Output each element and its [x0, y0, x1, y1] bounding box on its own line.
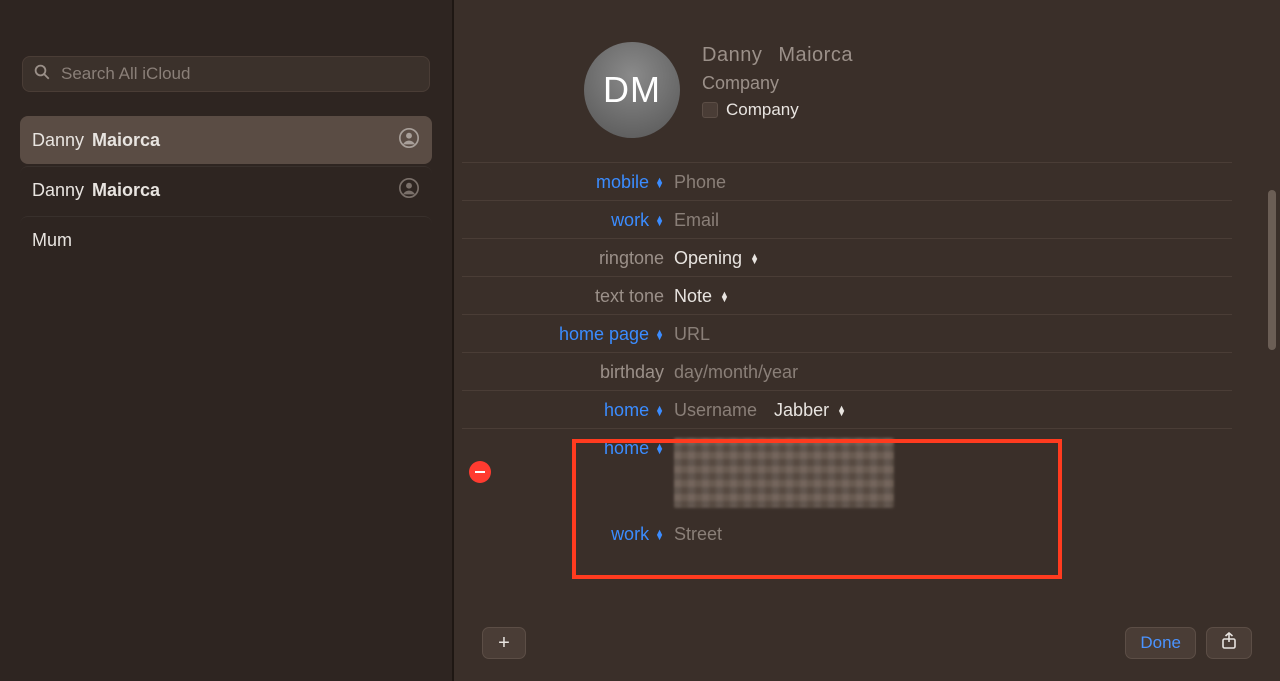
sidebar: Danny Maiorca Danny Maiorca — [0, 0, 454, 681]
address-work-label[interactable]: work ▲▼ — [498, 522, 674, 545]
chevron-updown-icon[interactable]: ▲▼ — [837, 406, 846, 416]
contact-last-name: Maiorca — [92, 130, 160, 151]
search-input[interactable] — [59, 63, 419, 85]
header-fields: Danny Maiorca Company Company — [702, 42, 853, 138]
homepage-value[interactable]: URL — [674, 322, 1232, 345]
avatar-initials: DM — [603, 69, 661, 111]
email-value[interactable]: Email — [674, 208, 1232, 231]
footer: + Done — [454, 617, 1280, 681]
im-value[interactable]: Username Jabber ▲▼ — [674, 398, 1232, 421]
contact-row[interactable]: Danny Maiorca — [20, 166, 432, 214]
last-name-field[interactable]: Maiorca — [778, 44, 853, 67]
company-checkbox-label: Company — [726, 100, 799, 120]
chevron-updown-icon[interactable]: ▲▼ — [655, 216, 664, 226]
search-field[interactable] — [22, 56, 430, 92]
contact-last-name: Maiorca — [92, 180, 160, 201]
company-checkbox[interactable] — [702, 102, 718, 118]
field-email[interactable]: work ▲▼ Email — [462, 200, 1232, 238]
field-homepage[interactable]: home page ▲▼ URL — [462, 314, 1232, 352]
contact-silhouette-icon — [398, 127, 420, 154]
field-phone[interactable]: mobile ▲▼ Phone — [462, 162, 1232, 200]
company-checkbox-row[interactable]: Company — [702, 100, 853, 120]
card-header: DM Danny Maiorca Company Company — [454, 0, 1280, 162]
chevron-updown-icon[interactable]: ▲▼ — [655, 178, 664, 188]
address-home-label[interactable]: home ▲▼ — [498, 436, 674, 459]
im-label[interactable]: home ▲▼ — [498, 398, 674, 421]
search-icon — [33, 63, 51, 86]
done-button[interactable]: Done — [1125, 627, 1196, 659]
chevron-updown-icon[interactable]: ▲▼ — [720, 292, 729, 302]
avatar[interactable]: DM — [584, 42, 680, 138]
field-texttone[interactable]: text tone Note ▲▼ — [462, 276, 1232, 314]
contact-row[interactable]: Danny Maiorca — [20, 116, 432, 164]
phone-label[interactable]: mobile ▲▼ — [498, 170, 674, 193]
contact-list: Danny Maiorca Danny Maiorca — [0, 110, 452, 264]
contact-silhouette-icon — [398, 177, 420, 204]
contact-detail: DM Danny Maiorca Company Company mobile — [454, 0, 1280, 681]
redacted-address — [674, 438, 894, 508]
ringtone-value[interactable]: Opening ▲▼ — [674, 246, 1232, 269]
add-button[interactable]: + — [482, 627, 526, 659]
field-address-work[interactable]: work ▲▼ Street — [462, 515, 1232, 553]
contact-first-name: Mum — [32, 230, 72, 251]
chevron-updown-icon[interactable]: ▲▼ — [655, 530, 664, 540]
share-icon — [1221, 632, 1237, 655]
first-name-field[interactable]: Danny — [702, 44, 762, 67]
plus-icon: + — [498, 632, 510, 655]
birthday-label: birthday — [498, 360, 674, 383]
chevron-updown-icon[interactable]: ▲▼ — [655, 406, 664, 416]
phone-value[interactable]: Phone — [674, 170, 1232, 193]
homepage-label[interactable]: home page ▲▼ — [498, 322, 674, 345]
chevron-updown-icon[interactable]: ▲▼ — [655, 444, 664, 454]
birthday-value[interactable]: day/month/year — [674, 360, 1232, 383]
field-birthday[interactable]: birthday day/month/year — [462, 352, 1232, 390]
address-home-value[interactable] — [674, 436, 1232, 508]
remove-button[interactable] — [469, 461, 491, 483]
field-address-home[interactable]: home ▲▼ — [462, 428, 1232, 515]
share-button[interactable] — [1206, 627, 1252, 659]
company-field[interactable]: Company — [702, 73, 853, 94]
app-root: Danny Maiorca Danny Maiorca — [0, 0, 1280, 681]
contact-row[interactable]: Mum — [20, 216, 432, 264]
field-ringtone[interactable]: ringtone Opening ▲▼ — [462, 238, 1232, 276]
email-label[interactable]: work ▲▼ — [498, 208, 674, 231]
chevron-updown-icon[interactable]: ▲▼ — [750, 254, 759, 264]
contact-first-name: Danny — [32, 130, 84, 151]
address-work-value[interactable]: Street — [674, 522, 1232, 545]
field-im[interactable]: home ▲▼ Username Jabber ▲▼ — [462, 390, 1232, 428]
texttone-label: text tone — [498, 284, 674, 307]
field-list: mobile ▲▼ Phone work ▲▼ Email ringtone O… — [454, 162, 1280, 617]
ringtone-label: ringtone — [498, 246, 674, 269]
search-container — [0, 0, 452, 110]
texttone-value[interactable]: Note ▲▼ — [674, 284, 1232, 307]
contact-first-name: Danny — [32, 180, 84, 201]
chevron-updown-icon[interactable]: ▲▼ — [655, 330, 664, 340]
name-row[interactable]: Danny Maiorca — [702, 44, 853, 67]
